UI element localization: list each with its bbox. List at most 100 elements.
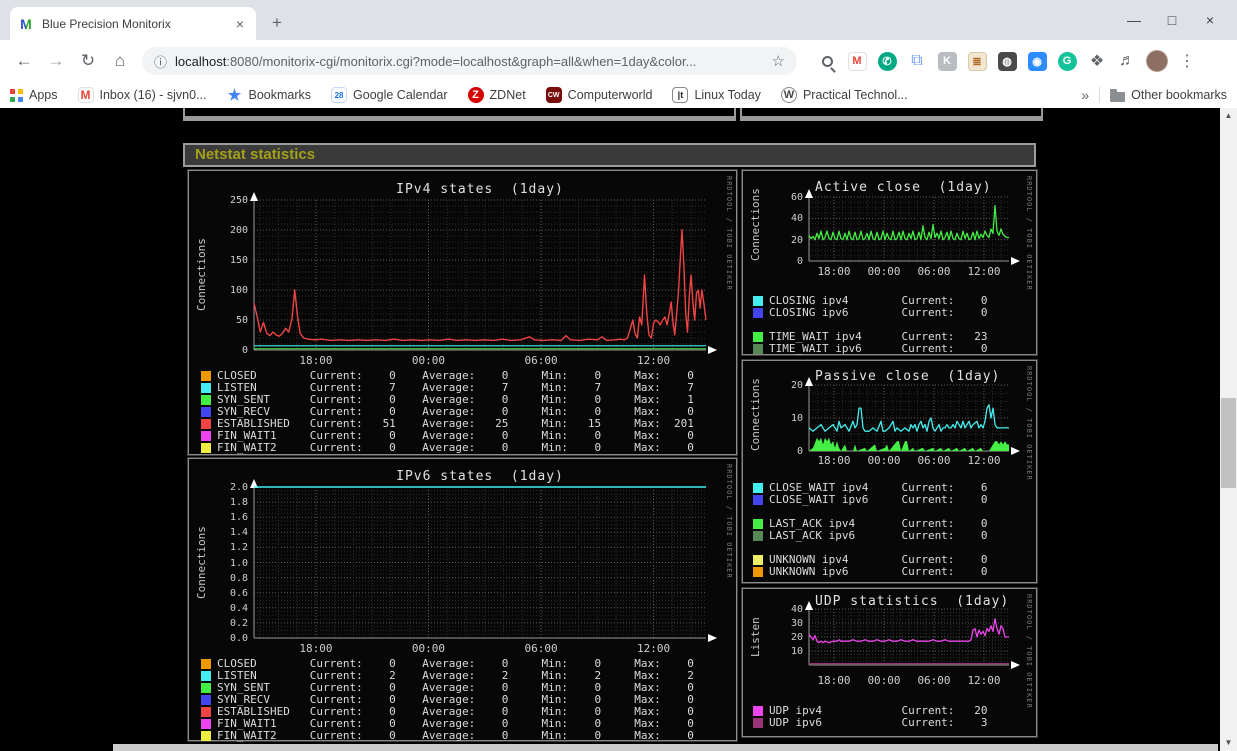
legend-swatch — [201, 443, 211, 453]
bookmark-google-calendar[interactable]: 28 Google Calendar — [331, 87, 448, 103]
legend-text: CLOSE_WAIT ipv6 Current: 0 — [769, 493, 988, 506]
bookmark-inbox[interactable]: M Inbox (16) - sjvn0... — [77, 87, 207, 103]
search-icon[interactable] — [812, 47, 842, 75]
bookmark-star-icon[interactable]: ☆ — [772, 52, 785, 70]
previous-section-box-right — [740, 108, 1043, 121]
extensions-puzzle-icon-glyph: ❖ — [1089, 53, 1105, 70]
bookmark-zdnet-icon: Z — [467, 87, 484, 103]
rrdtool-watermark: RRDTOOL / TOBI OETIKER — [725, 176, 733, 291]
zoom-camera-icon[interactable]: ◉ — [1022, 47, 1052, 75]
legend-row: CLOSE_WAIT ipv6 Current: 0 — [753, 494, 988, 506]
x-tick-label: 00:00 — [867, 674, 901, 687]
y-tick-label: 60 — [790, 192, 803, 203]
legend-swatch — [201, 383, 211, 393]
ipv6-states-graph: IPv6 states (1day) Connections RRDTOOL / T… — [188, 458, 737, 742]
x-tick-label: 18:00 — [817, 454, 851, 467]
zoom-camera-icon-glyph: ◉ — [1027, 51, 1047, 71]
gmail-icon[interactable]: M — [842, 47, 872, 75]
monitorix-favicon: M — [20, 16, 32, 32]
legend-swatch — [753, 332, 763, 342]
bookmark-bookmarks[interactable]: ★ Bookmarks — [227, 87, 311, 104]
legend-swatch — [753, 519, 763, 529]
tab-title: Blue Precision Monitorix — [42, 16, 171, 31]
y-tick-label: 0.0 — [229, 633, 248, 644]
legend-swatch — [753, 555, 763, 565]
browser-menu-icon-glyph: ⋮ — [1179, 53, 1195, 70]
y-tick-label: 40 — [790, 213, 803, 225]
chart-plot — [805, 377, 1020, 455]
address-bar[interactable]: ⓘ localhost:8080/monitorix-cgi/monitorix… — [142, 47, 797, 75]
playlist-icon[interactable]: ♬ — [1112, 47, 1142, 75]
forward-button[interactable]: → — [40, 47, 72, 75]
page-viewport: Netstat statistics IPv4 states (1day) Con… — [0, 108, 1237, 751]
x-tick-label: 06:00 — [524, 354, 558, 367]
x-tick-label: 12:00 — [967, 265, 1001, 278]
profile-avatar[interactable] — [1142, 47, 1172, 75]
page-info-icon[interactable]: ⓘ — [154, 52, 167, 71]
bookmark-practical-tech[interactable]: W Practical Technol... — [780, 87, 908, 103]
tab-close-icon[interactable]: × — [232, 16, 248, 32]
scroll-down-button[interactable]: ▼ — [1220, 735, 1237, 751]
bookmark-zdnet[interactable]: Z ZDNet — [467, 87, 526, 103]
y-tick-label: 1.8 — [229, 497, 248, 509]
minimize-button[interactable]: — — [1115, 12, 1153, 28]
other-bookmarks-button[interactable]: Other bookmarks — [1110, 88, 1227, 102]
bookmark-zdnet-label: ZDNet — [489, 88, 526, 102]
rrdtool-watermark: RRDTOOL / TOBI OETIKER — [725, 464, 733, 579]
y-tick-label: 0.4 — [229, 602, 248, 614]
y-tick-label: 0 — [796, 256, 803, 267]
x-tick-label: 12:00 — [967, 674, 1001, 687]
legend-swatch — [753, 567, 763, 577]
legend-swatch — [753, 718, 763, 728]
bookmark-linux-today[interactable]: |t Linux Today — [672, 87, 761, 103]
back-button[interactable]: ← — [8, 47, 40, 75]
y-tick-label: 40 — [790, 604, 803, 615]
close-button[interactable]: × — [1191, 12, 1229, 28]
url-text: localhost:8080/monitorix-cgi/monitorix.c… — [175, 53, 697, 69]
y-axis-label: Connections — [749, 188, 762, 261]
legend-row: CLOSING ipv6 Current: 0 — [753, 307, 988, 319]
bookmarks-overflow-chevron[interactable]: » — [1081, 87, 1089, 103]
copy-pages-icon[interactable]: ⧉ — [902, 47, 932, 75]
x-tick-label: 00:00 — [867, 454, 901, 467]
ipv4-states-graph: IPv4 states (1day) Connections RRDTOOL / T… — [188, 170, 737, 455]
legend-swatch — [201, 395, 211, 405]
search-icon-glyph — [821, 55, 833, 67]
chart-plot — [250, 479, 717, 642]
scroll-up-button[interactable]: ▲ — [1220, 108, 1237, 124]
y-tick-label: 0 — [796, 446, 803, 457]
voice-extension-icon[interactable]: ✆ — [872, 47, 902, 75]
x-tick-label: 18:00 — [817, 265, 851, 278]
home-button[interactable]: ⌂ — [104, 47, 136, 75]
keep-extension-icon-glyph: ◍ — [997, 51, 1017, 71]
grammarly-icon[interactable]: G — [1052, 47, 1082, 75]
rrdtool-watermark: RRDTOOL / TOBI OETIKER — [1025, 594, 1033, 709]
playlist-icon-glyph: ♬ — [1119, 52, 1135, 69]
svg-text:M: M — [20, 16, 32, 32]
y-tick-label: 20 — [790, 380, 803, 391]
next-section-edge — [113, 744, 1218, 751]
disabled-extension-icon[interactable]: K — [932, 47, 962, 75]
udp-statistics-graph: UDP statistics (1day) Listen RRDTOOL / TOB… — [742, 588, 1037, 737]
reload-button[interactable]: ↻ — [72, 47, 104, 75]
apps-grid-icon — [10, 88, 23, 102]
extensions-puzzle-icon[interactable]: ❖ — [1082, 47, 1112, 75]
y-tick-label: 0.6 — [229, 587, 248, 599]
page-scrollbar[interactable]: ▲ ▼ — [1220, 108, 1237, 751]
y-axis-label: Connections — [195, 238, 208, 312]
x-tick-label: 12:00 — [967, 454, 1001, 467]
browser-titlebar: M Blue Precision Monitorix × + — □ × — [0, 0, 1237, 40]
legend-swatch — [201, 431, 211, 441]
browser-tab[interactable]: M Blue Precision Monitorix × — [10, 7, 256, 40]
profile-avatar-glyph — [1146, 50, 1168, 72]
keep-extension-icon[interactable]: ◍ — [992, 47, 1022, 75]
scrollbar-thumb[interactable] — [1221, 398, 1236, 488]
legend-text: UDP ipv6 Current: 3 — [769, 716, 988, 729]
new-tab-button[interactable]: + — [264, 10, 290, 36]
maximize-button[interactable]: □ — [1153, 12, 1191, 28]
bookmark-apps[interactable]: Apps — [10, 88, 58, 102]
reading-books-icon[interactable]: ≣ — [962, 47, 992, 75]
bookmark-computerworld[interactable]: CW Computerworld — [545, 87, 652, 103]
x-tick-label: 06:00 — [524, 642, 558, 655]
browser-menu-icon[interactable]: ⋮ — [1172, 47, 1202, 75]
